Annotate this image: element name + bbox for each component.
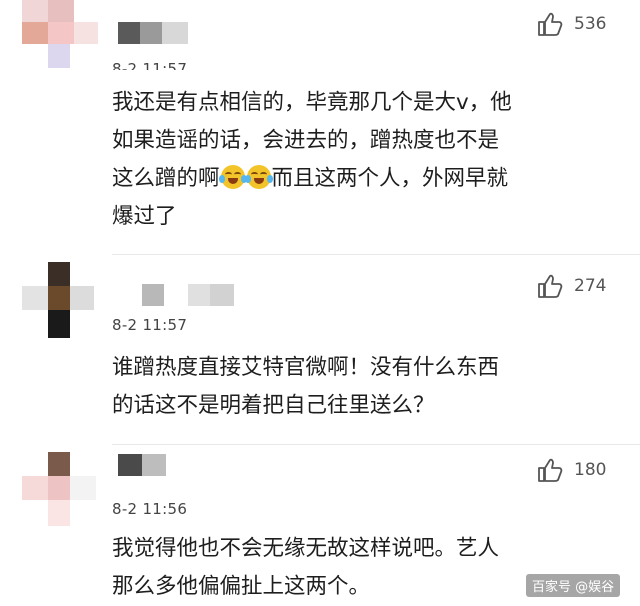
divider [112,254,640,255]
comment-timestamp: 8-2 11:56 [112,500,188,518]
username-blurred[interactable] [142,284,238,306]
like-count: 180 [574,460,607,480]
comment-timestamp: 8-2 11:57 [112,60,188,70]
like-button[interactable]: 180 [536,456,606,484]
like-count: 536 [574,14,607,34]
crying-laughing-emoji [244,165,273,189]
watermark: 百家号 @娱谷 [526,574,621,597]
username-blurred[interactable] [118,22,190,44]
username-blurred[interactable] [118,454,168,476]
thumbs-up-icon [538,458,563,482]
like-count: 274 [574,276,607,296]
divider [112,444,640,445]
comment-1: 8-2 11:57 536 我还是有点相信的，毕竟那几个是大v，他 如果造谣的话… [0,0,640,256]
thumbs-up-icon [538,12,563,36]
like-button[interactable]: 274 [536,272,606,300]
avatar[interactable] [22,0,98,70]
comment-text: 谁蹭热度直接艾特官微啊！没有什么东西 的话这不是明着把自己往里送么？ [112,355,500,418]
comment-timestamp: 8-2 11:57 [112,316,188,334]
comment-text: 我还是有点相信的，毕竟那几个是大v，他 如果造谣的话，会进去的，蹭热度也不是 这… [112,84,622,236]
thumbs-up-icon [538,274,563,298]
crying-laughing-emoji [218,165,247,189]
comment-2: 8-2 11:57 274 谁蹭热度直接艾特官微啊！没有什么东西 的话这不是明着… [0,256,640,446]
like-button[interactable]: 536 [536,10,606,38]
avatar[interactable] [22,262,94,338]
avatar[interactable] [22,452,96,526]
